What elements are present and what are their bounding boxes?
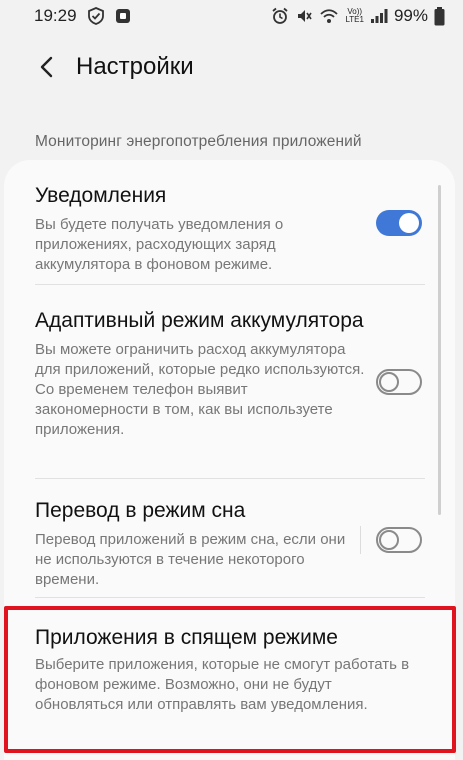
battery-icon bbox=[434, 6, 445, 26]
toggle-knob bbox=[399, 213, 419, 233]
scrollbar[interactable] bbox=[438, 185, 441, 515]
battery-percent: 99% bbox=[393, 6, 428, 25]
setting-description: Вы можете ограничить расход аккумулятора… bbox=[35, 341, 365, 438]
alarm-icon bbox=[271, 7, 289, 25]
section-label: Мониторинг энергопотребления приложений bbox=[35, 133, 362, 150]
shield-check-icon bbox=[87, 7, 105, 25]
page-title: Настройки bbox=[76, 53, 194, 80]
screenshot-app-icon bbox=[115, 8, 131, 24]
setting-adaptive-battery[interactable]: Адаптивный режим аккумулятора Вы можете … bbox=[4, 285, 455, 465]
status-time: 19:29 bbox=[34, 6, 77, 25]
adaptive-battery-toggle[interactable] bbox=[376, 369, 422, 395]
toggle-knob bbox=[379, 530, 399, 550]
setting-title: Перевод в режим сна bbox=[35, 499, 246, 522]
setting-description: Перевод приложений в режим сна, если они… bbox=[35, 531, 346, 588]
divider bbox=[35, 597, 425, 598]
lte-label: LTE1 bbox=[345, 15, 364, 24]
status-bar: 19:29 Vo)) LTE1 99% bbox=[0, 0, 463, 32]
mute-icon bbox=[295, 7, 313, 25]
sleep-mode-toggle[interactable] bbox=[376, 527, 422, 553]
back-button[interactable] bbox=[26, 47, 66, 87]
highlight-box bbox=[4, 606, 456, 753]
setting-notifications[interactable]: Уведомления Вы будете получать уведомлен… bbox=[4, 160, 455, 278]
vertical-separator bbox=[360, 526, 361, 554]
network-tag: Vo)) LTE1 bbox=[345, 8, 364, 24]
signal-icon bbox=[370, 8, 388, 24]
setting-title: Адаптивный режим аккумулятора bbox=[35, 309, 364, 332]
app-header: Настройки bbox=[0, 45, 463, 89]
chevron-left-icon bbox=[40, 56, 53, 78]
toggle-knob bbox=[379, 372, 399, 392]
setting-description: Вы будете получать уведомления о приложе… bbox=[35, 216, 284, 273]
setting-title: Уведомления bbox=[35, 184, 167, 207]
notifications-toggle[interactable] bbox=[376, 210, 422, 236]
wifi-icon bbox=[319, 7, 339, 25]
setting-sleep-mode[interactable]: Перевод в режим сна Перевод приложений в… bbox=[4, 479, 455, 601]
